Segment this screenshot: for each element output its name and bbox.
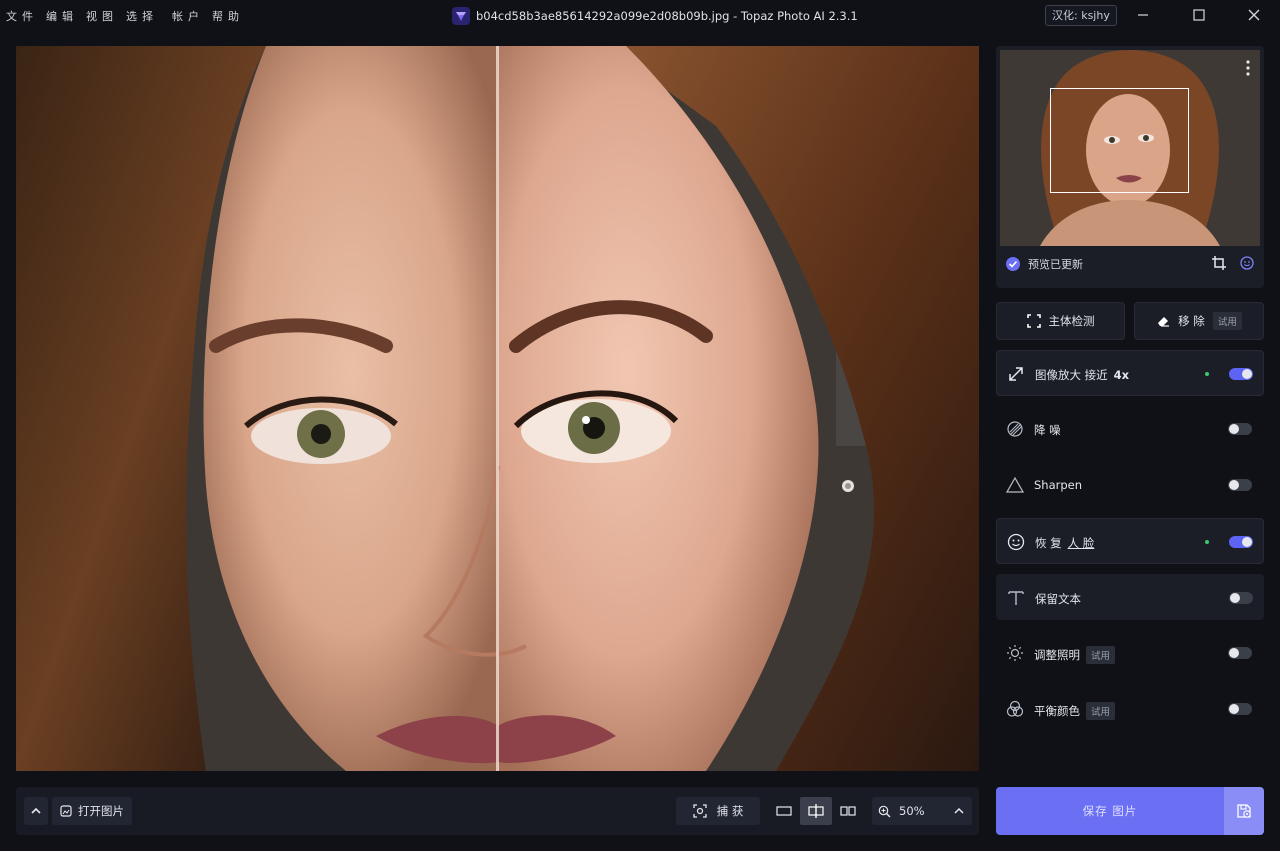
sharpen-toggle[interactable] <box>1228 479 1252 491</box>
face-icon <box>1007 533 1025 551</box>
trial-badge: 试用 <box>1086 702 1116 720</box>
upscale-factor: 4x <box>1113 368 1130 382</box>
subject-detect-label: 主体检测 <box>1048 314 1095 328</box>
subject-detect-button[interactable]: 主体检测 <box>996 302 1125 340</box>
navigator-preview: 预览已更新 <box>996 46 1264 288</box>
expand-panel-button[interactable] <box>24 797 48 825</box>
preview-status: 预览已更新 <box>1006 256 1083 272</box>
crop-icon[interactable] <box>1212 256 1226 270</box>
viewport-rectangle[interactable] <box>1050 88 1189 193</box>
maximize-button[interactable] <box>1176 0 1222 30</box>
bottom-toolbar: 打开图片 捕 获 50% <box>16 787 979 835</box>
view-split-button[interactable] <box>800 797 832 825</box>
more-options-icon[interactable] <box>1246 60 1250 76</box>
face-label-a: 恢 复 <box>1035 536 1062 550</box>
feature-lighting-label: 调整照明 试用 <box>1034 646 1116 664</box>
title-bar: 文件 编辑 视图 选择 帐户 帮助 b04cd58b3ae85614292a09… <box>0 0 1280 30</box>
save-image-label: 保存 图片 <box>1082 804 1138 818</box>
menu-help[interactable]: 帮助 <box>212 8 244 24</box>
compare-split-handle[interactable] <box>496 46 499 771</box>
minimize-icon <box>1138 14 1148 16</box>
lighting-text: 调整照明 <box>1034 648 1080 662</box>
view-mode-group <box>768 797 864 825</box>
window-title: b04cd58b3ae85614292a099e2d08b09b.jpg - T… <box>452 7 858 25</box>
noise-icon <box>1007 421 1023 437</box>
upscale-text: 图像放大 接近 <box>1035 368 1108 382</box>
eraser-icon <box>1158 317 1170 327</box>
zoom-value: 50% <box>899 804 925 818</box>
close-icon <box>1248 9 1260 21</box>
feature-denoise[interactable]: 降 噪 <box>996 406 1264 452</box>
face-recovery-toggle[interactable] <box>1229 536 1253 548</box>
navigator-thumbnail[interactable] <box>1000 50 1260 246</box>
feature-color-label: 平衡颜色 试用 <box>1034 702 1116 720</box>
capture-icon <box>693 804 707 818</box>
feature-text-label: 保留文本 <box>1035 592 1081 606</box>
color-toggle[interactable] <box>1228 703 1252 715</box>
face-label-b: 人 脸 <box>1067 536 1095 550</box>
single-view-icon <box>776 806 792 816</box>
save-options-button[interactable] <box>1224 787 1264 835</box>
menu-file[interactable]: 文件 <box>6 8 38 24</box>
localization-badge: 汉化: ksjhy <box>1045 5 1117 26</box>
feature-face-recovery[interactable]: 恢 复人 脸 <box>996 518 1264 564</box>
color-balance-icon <box>1006 700 1024 717</box>
color-text: 平衡颜色 <box>1034 704 1080 718</box>
trial-badge: 试用 <box>1086 646 1116 664</box>
active-indicator-dot <box>1205 540 1209 544</box>
triangle-icon <box>1006 476 1024 493</box>
capture-label: 捕 获 <box>716 804 744 818</box>
minimize-button[interactable] <box>1120 0 1166 30</box>
feature-upscale-label: 图像放大 接近 4x <box>1035 367 1129 383</box>
view-single-button[interactable] <box>768 797 800 825</box>
remove-tool-label: 移 除 <box>1178 314 1205 328</box>
focus-frame-icon <box>1026 314 1041 328</box>
chevron-up-icon <box>31 807 41 814</box>
trial-badge: 试用 <box>1212 312 1242 330</box>
feature-sharpen[interactable]: Sharpen <box>996 462 1264 508</box>
open-image-label: 打开图片 <box>78 804 124 818</box>
menu-account[interactable]: 帐户 <box>172 8 204 24</box>
remove-tool-button[interactable]: 移 除 试用 <box>1134 302 1264 340</box>
window-title-text: b04cd58b3ae85614292a099e2d08b09b.jpg - T… <box>476 9 858 23</box>
feature-denoise-label: 降 噪 <box>1034 423 1061 437</box>
menu-edit[interactable]: 编辑 <box>46 8 78 24</box>
capture-button[interactable]: 捕 获 <box>676 797 760 825</box>
zoom-icon <box>878 805 891 817</box>
active-indicator-dot <box>1205 372 1209 376</box>
preview-tools <box>1212 256 1254 270</box>
feature-upscale[interactable]: 图像放大 接近 4x <box>996 350 1264 396</box>
image-icon <box>60 805 72 817</box>
topaz-logo-icon <box>452 7 470 25</box>
view-side-by-side-button[interactable] <box>832 797 864 825</box>
side-by-side-icon <box>840 806 856 816</box>
feature-balance-color[interactable]: 平衡颜色 试用 <box>996 686 1264 732</box>
preview-status-text: 预览已更新 <box>1028 258 1083 271</box>
close-button[interactable] <box>1231 0 1277 30</box>
feature-face-label: 恢 复人 脸 <box>1035 535 1094 551</box>
save-image-button[interactable]: 保存 图片 <box>996 787 1224 835</box>
open-image-button[interactable]: 打开图片 <box>52 797 132 825</box>
menu-view[interactable]: 视图 <box>86 8 118 24</box>
face-detect-icon[interactable] <box>1240 256 1254 270</box>
feature-sharpen-label: Sharpen <box>1034 478 1083 492</box>
save-settings-icon <box>1237 804 1251 818</box>
sun-icon <box>1007 645 1023 661</box>
zoom-control[interactable]: 50% <box>872 797 972 825</box>
chevron-up-icon <box>954 807 964 814</box>
split-view-icon <box>808 804 824 818</box>
denoise-toggle[interactable] <box>1228 423 1252 435</box>
menu-select[interactable]: 选择 <box>126 8 158 24</box>
lighting-toggle[interactable] <box>1228 647 1252 659</box>
preserve-text-toggle[interactable] <box>1229 592 1253 604</box>
feature-preserve-text[interactable]: 保留文本 <box>996 574 1264 620</box>
expand-icon <box>1009 367 1023 381</box>
feature-adjust-lighting[interactable]: 调整照明 试用 <box>996 630 1264 676</box>
upscale-toggle[interactable] <box>1229 368 1253 380</box>
menu-bar: 文件 编辑 视图 选择 帐户 帮助 <box>6 8 252 24</box>
check-circle-icon <box>1006 257 1020 271</box>
image-canvas[interactable] <box>16 46 979 771</box>
maximize-icon <box>1193 9 1205 21</box>
text-icon <box>1008 591 1024 605</box>
